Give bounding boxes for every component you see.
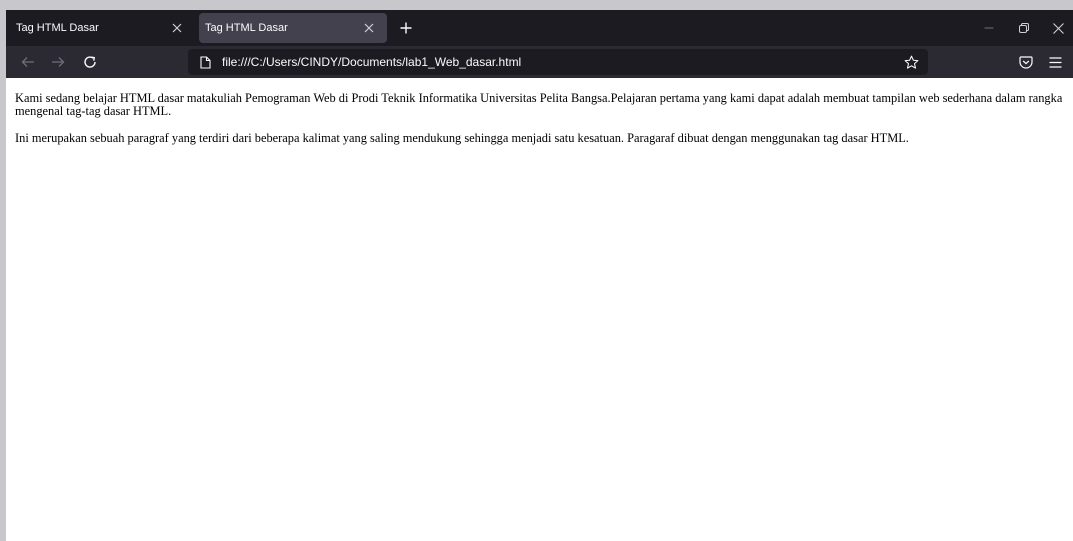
screen-frame: Tag HTML Dasar Tag HTML Dasar file:///C:… (0, 0, 1073, 541)
close-icon[interactable] (361, 20, 377, 36)
tab-title: Tag HTML Dasar (205, 22, 288, 34)
reload-icon (84, 56, 96, 68)
paragraph-2: Ini merupakan sebuah paragraf yang terdi… (15, 130, 909, 145)
restore-icon (1019, 23, 1029, 33)
tab-strip: Tag HTML Dasar Tag HTML Dasar (6, 10, 1073, 46)
back-button[interactable] (16, 50, 40, 74)
tab-active[interactable]: Tag HTML Dasar (199, 13, 387, 43)
plus-icon (400, 22, 412, 34)
navigation-toolbar: file:///C:/Users/CINDY/Documents/lab1_We… (6, 46, 1073, 78)
bookmark-button[interactable] (902, 53, 920, 71)
app-menu-button[interactable] (1044, 51, 1066, 73)
window-close-button[interactable] (1045, 16, 1071, 40)
close-icon (1052, 22, 1064, 34)
new-tab-button[interactable] (394, 16, 418, 40)
url-text[interactable]: file:///C:/Users/CINDY/Documents/lab1_We… (222, 55, 928, 69)
reload-button[interactable] (78, 50, 102, 74)
pocket-icon (1019, 55, 1033, 69)
arrow-right-icon (52, 57, 65, 67)
close-icon[interactable] (169, 20, 185, 36)
browser-window: Tag HTML Dasar Tag HTML Dasar file:///C:… (6, 10, 1073, 541)
tab-title: Tag HTML Dasar (16, 22, 99, 34)
document-icon[interactable] (198, 55, 212, 69)
tab-inactive[interactable]: Tag HTML Dasar (10, 13, 195, 43)
paragraph-1: Kami sedang belajar HTML dasar matakulia… (15, 91, 1063, 119)
minimize-button[interactable] (976, 16, 1002, 40)
hamburger-menu-icon (1049, 56, 1061, 68)
minimize-icon (984, 27, 994, 29)
star-icon (904, 55, 918, 69)
arrow-left-icon (21, 57, 34, 67)
pocket-button[interactable] (1015, 51, 1037, 73)
restore-button[interactable] (1011, 16, 1037, 40)
page-content: Kami sedang belajar HTML dasar matakulia… (6, 78, 1073, 541)
forward-button[interactable] (46, 50, 70, 74)
address-bar[interactable]: file:///C:/Users/CINDY/Documents/lab1_We… (188, 49, 928, 75)
